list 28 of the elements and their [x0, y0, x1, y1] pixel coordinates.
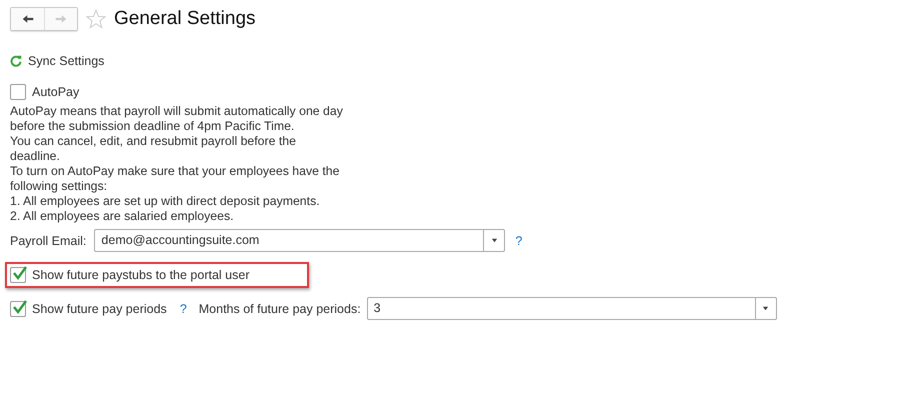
description-text: To turn on AutoPay make sure that your employees have the: [10, 164, 340, 179]
sync-settings-link[interactable]: Sync Settings: [10, 54, 104, 68]
caret-icon: [762, 305, 770, 312]
description-text: following settings:: [10, 179, 108, 194]
field-label: Months of future pay periods:: [198, 302, 361, 316]
description-text: You can cancel, edit, and resubmit payroll before the: [10, 134, 297, 149]
email-dropdown[interactable]: demo@accountingsuite.com: [94, 229, 506, 252]
months-dropdown[interactable]: 3: [366, 297, 777, 320]
checkbox[interactable]: [10, 267, 26, 283]
description-text: before the submission deadline of 4pm Pacific Time.: [10, 119, 296, 134]
page-title: General Settings: [114, 8, 256, 30]
field-label: Payroll Email:: [10, 234, 86, 248]
help-link[interactable]: ?: [178, 302, 189, 316]
caret-icon: [490, 237, 498, 244]
checkbox[interactable]: [10, 300, 26, 316]
checkbox[interactable]: [10, 84, 26, 100]
description-text: 2. All employees are salaried employees.: [10, 209, 235, 224]
refresh-icon: [10, 55, 22, 67]
description-text: 1. All employees are set up with direct deposit payments.: [10, 194, 321, 209]
back-button[interactable]: [11, 8, 44, 30]
description-text: deadline.: [10, 149, 61, 164]
description-text: AutoPay means that payroll will submit automatically one day: [10, 104, 344, 119]
checkbox-label: Show future pay periods: [32, 302, 167, 316]
arrow-left-icon: [20, 13, 34, 25]
help-link[interactable]: ?: [513, 234, 524, 248]
checkbox-label: AutoPay: [32, 85, 80, 99]
checkbox-label: Show future paystubs to the portal user: [32, 268, 250, 282]
arrow-right-icon: [54, 13, 68, 25]
